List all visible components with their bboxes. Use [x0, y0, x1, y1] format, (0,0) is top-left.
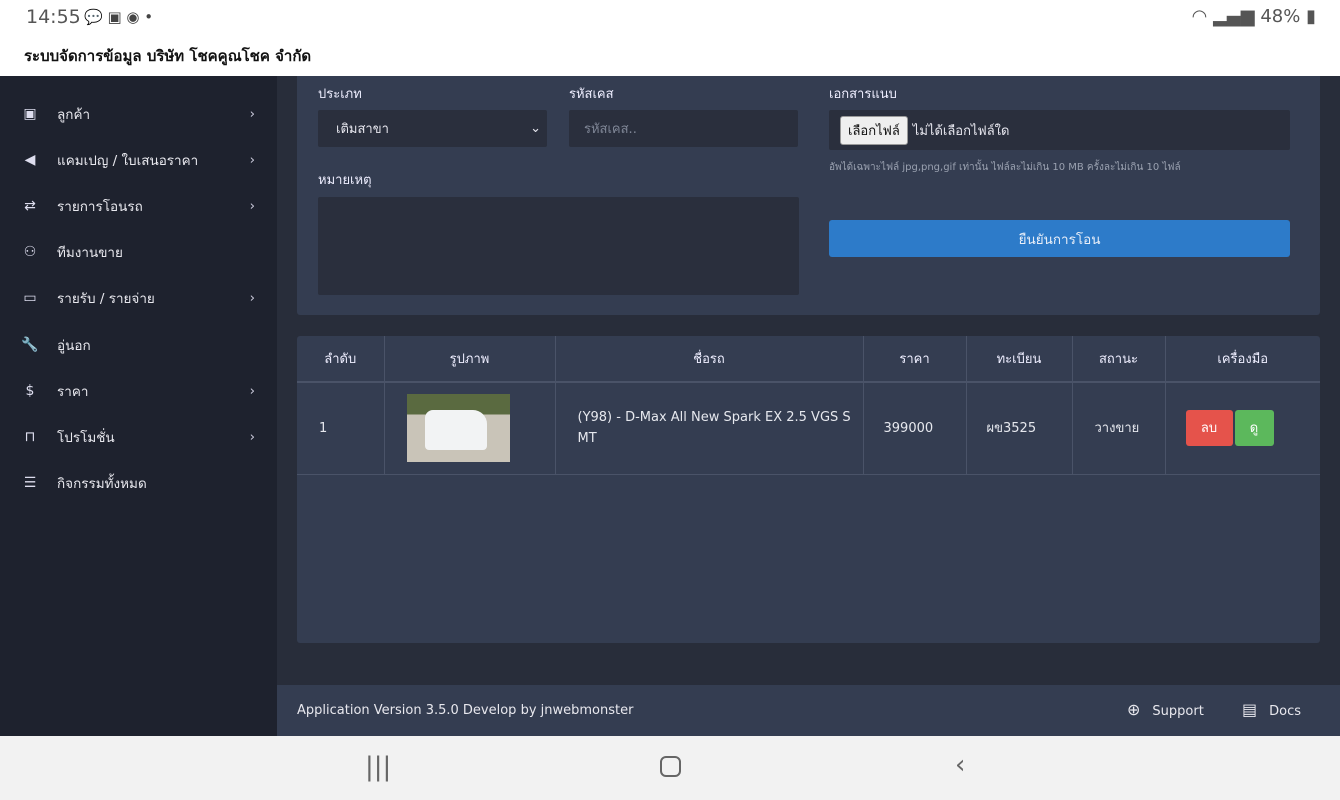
sidebar-item-label: ทีมงานขาย — [57, 245, 123, 262]
support-label: Support — [1152, 704, 1204, 719]
chevron-right-icon: › — [249, 382, 255, 399]
chevron-right-icon: › — [249, 428, 255, 445]
attach-hint: อัพได้เฉพาะไฟล์ jpg,png,gif เท่านั้น ไฟล… — [829, 162, 1181, 173]
type-select-value: เติมสาขา — [336, 122, 389, 137]
row-status: วางขาย — [1072, 382, 1166, 475]
transfer-icon: ⇄ — [24, 198, 36, 215]
col-plate: ทะเบียน — [966, 336, 1073, 383]
delete-button[interactable]: ลบ — [1185, 410, 1233, 447]
credit-card-icon: ▭ — [23, 290, 37, 307]
support-link[interactable]: ⊕ Support — [1127, 700, 1204, 719]
case-label: รหัสเคส — [569, 87, 614, 102]
battery-percent: 48% — [1260, 6, 1301, 27]
note-textarea[interactable] — [318, 197, 799, 295]
sidebar-item-label: แคมเปญ / ใบเสนอราคา — [57, 153, 199, 170]
row-no: 1 — [297, 382, 385, 475]
col-price: ราคา — [863, 336, 967, 383]
sidebar: ▣ ลูกค้า › ◀ แคมเปญ / ใบเสนอราคา › ⇄ รายการโอนร… — [0, 76, 277, 736]
back-icon[interactable]: ‹ — [955, 750, 965, 780]
transfer-form: ประเภท เติมสาขา ⌄ รหัสเคส รหัสเคส.. เอกสา… — [297, 76, 1320, 315]
team-icon: ⚇ — [23, 244, 37, 261]
status-bar: 14:55 💬 ▣ ◉ • ◠ ▂▄▆ 48% ▮ — [0, 0, 1340, 36]
docs-label: Docs — [1269, 704, 1302, 719]
chevron-down-icon: ⌄ — [530, 121, 541, 136]
sidebar-item-label: โปรโมชั่น — [57, 429, 115, 446]
sidebar-item-7[interactable]: $ ราคา › — [0, 371, 277, 411]
recent-apps-icon[interactable]: ||| — [365, 752, 391, 782]
wifi-icon: ◠ ▂▄▆ — [1191, 6, 1261, 27]
clock: 14:55 — [26, 6, 81, 28]
dollar-icon: $ — [25, 382, 35, 399]
sidebar-item-label: รายการโอนรถ — [57, 199, 143, 216]
lifebuoy-icon: ⊕ — [1127, 700, 1141, 719]
chevron-right-icon: › — [249, 198, 255, 215]
footer: Application Version 3.5.0 Develop by jnw… — [277, 685, 1340, 736]
row-plate: ผข3525 — [966, 382, 1073, 475]
col-image: รูปภาพ — [384, 336, 556, 383]
note-label: หมายเหตุ — [318, 173, 372, 188]
chevron-right-icon: › — [249, 290, 255, 307]
col-name: ชื่อรถ — [555, 336, 864, 383]
sidebar-item-6[interactable]: 🔧 อู่นอก — [0, 325, 277, 365]
wrench-icon: 🔧 — [21, 336, 39, 353]
row-name: (Y98) - D-Max All New Spark EX 2.5 VGS S… — [555, 382, 864, 475]
file-input[interactable]: เลือกไฟล์ ไม่ได้เลือกไฟล์ใด — [829, 110, 1290, 150]
sidebar-item-1[interactable]: ▣ ลูกค้า › — [0, 94, 277, 134]
sidebar-item-4[interactable]: ⚇ ทีมงานขาย — [0, 232, 277, 272]
sidebar-item-label: อู่นอก — [57, 337, 91, 354]
sidebar-item-9[interactable]: ☰ กิจกรรมทั้งหมด — [0, 463, 277, 503]
type-select[interactable]: เติมสาขา ⌄ — [318, 110, 547, 147]
document-icon: ▤ — [1242, 700, 1258, 719]
choose-file-button[interactable]: เลือกไฟล์ — [840, 115, 908, 145]
android-nav-bar: ||| ‹ — [0, 736, 1340, 800]
car-table-panel: ลำดับ รูปภาพ ชื่อรถ ราคา ทะเบียน สถานะ เ… — [297, 336, 1320, 643]
sidebar-item-8[interactable]: ⊓ โปรโมชั่น › — [0, 417, 277, 457]
list-icon: ☰ — [23, 474, 37, 491]
chevron-right-icon: › — [249, 106, 255, 122]
home-icon[interactable] — [660, 756, 681, 777]
col-status: สถานะ — [1072, 336, 1166, 383]
battery-status: ◠ ▂▄▆ 48% ▮ — [1192, 6, 1316, 27]
megaphone-icon: ◀ — [24, 152, 36, 169]
case-input[interactable]: รหัสเคส.. — [569, 110, 798, 147]
attach-label: เอกสารแนบ — [829, 87, 897, 102]
sidebar-item-label: รายรับ / รายจ่าย — [57, 291, 155, 308]
battery-icon: ▮ — [1306, 6, 1316, 27]
col-tools: เครื่องมือ — [1165, 336, 1320, 383]
row-price: 399000 — [863, 382, 967, 475]
confirm-transfer-button[interactable]: ยืนยันการโอน — [829, 220, 1290, 257]
docs-link[interactable]: ▤ Docs — [1242, 700, 1301, 719]
notification-icons: 💬 ▣ ◉ • — [84, 8, 154, 26]
sidebar-item-3[interactable]: ⇄ รายการโอนรถ › — [0, 186, 277, 226]
sidebar-item-5[interactable]: ▭ รายรับ / รายจ่าย › — [0, 278, 277, 318]
app-title: ระบบจัดการข้อมูล บริษัท โชคคูณโชค จำกัด — [0, 36, 1340, 76]
type-label: ประเภท — [318, 87, 362, 102]
sidebar-item-label: ราคา — [57, 383, 89, 400]
bookmark-icon: ⊓ — [24, 428, 36, 445]
main-content: ประเภท เติมสาขา ⌄ รหัสเคส รหัสเคส.. เอกสา… — [277, 76, 1340, 685]
view-button[interactable]: ดู — [1234, 410, 1274, 447]
col-no: ลำดับ — [297, 336, 385, 383]
contact-icon: ▣ — [23, 106, 37, 122]
app-version: Application Version 3.5.0 Develop by jnw… — [297, 703, 634, 718]
sidebar-item-label: ลูกค้า — [57, 107, 91, 123]
table-row: 1 (Y98) - D-Max All New Spark EX 2.5 VGS… — [297, 382, 1320, 475]
car-photo — [406, 394, 510, 463]
car-table: ลำดับ รูปภาพ ชื่อรถ ราคา ทะเบียน สถานะ เ… — [297, 336, 1320, 475]
sidebar-item-2[interactable]: ◀ แคมเปญ / ใบเสนอราคา › — [0, 140, 277, 180]
file-status: ไม่ได้เลือกไฟล์ใด — [912, 123, 1010, 139]
sidebar-item-label: กิจกรรมทั้งหมด — [57, 475, 147, 492]
chevron-right-icon: › — [249, 152, 255, 169]
